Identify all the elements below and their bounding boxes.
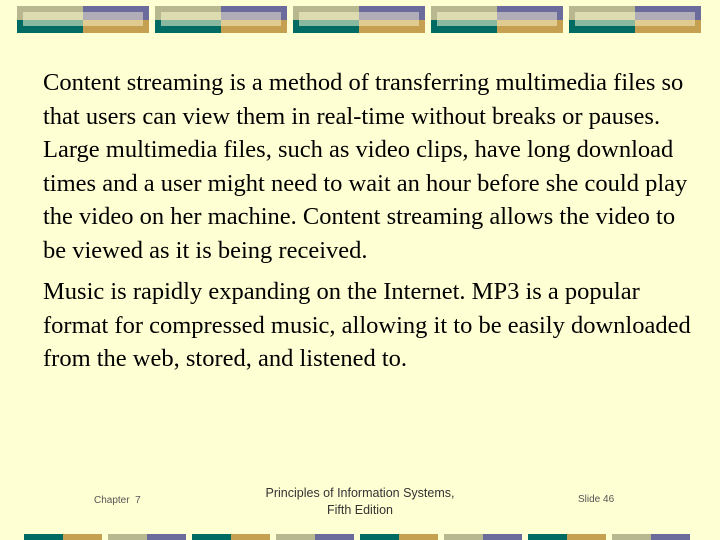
- book-title-line2: Fifth Edition: [326, 503, 393, 517]
- decorative-block: [569, 6, 701, 33]
- footer-slide-number: Slide 46: [578, 494, 615, 505]
- paragraph-streaming: Content streaming is a method of transfe…: [43, 69, 688, 264]
- footer-chapter: Chapter 7: [94, 495, 141, 506]
- top-decorative-strip: [0, 6, 720, 33]
- decorative-segment: [276, 534, 315, 540]
- decorative-segment: [315, 534, 354, 540]
- decorative-segment: [360, 534, 399, 540]
- decorative-segment: [24, 534, 63, 540]
- decorative-block: [293, 6, 425, 33]
- decorative-segment: [231, 534, 270, 540]
- decorative-segment: [399, 534, 438, 540]
- paragraph-music: Music is rapidly expanding on the Intern…: [43, 278, 691, 372]
- decorative-segment: [483, 534, 522, 540]
- bottom-decorative-strip: [0, 534, 720, 540]
- decorative-segment: [192, 534, 231, 540]
- decorative-segment: [147, 534, 186, 540]
- decorative-segment: [567, 534, 606, 540]
- slide-body: Content streaming is a method of transfe…: [43, 66, 703, 384]
- decorative-segment: [612, 534, 651, 540]
- decorative-block: [17, 6, 149, 33]
- footer-book-title: Principles of Information Systems, Fifth…: [240, 485, 480, 519]
- decorative-segment: [651, 534, 690, 540]
- decorative-block: [431, 6, 563, 33]
- decorative-segment: [63, 534, 102, 540]
- decorative-segment: [444, 534, 483, 540]
- decorative-segment: [528, 534, 567, 540]
- decorative-block: [155, 6, 287, 33]
- book-title-line1: Principles of Information Systems,: [265, 486, 455, 500]
- decorative-segment: [108, 534, 147, 540]
